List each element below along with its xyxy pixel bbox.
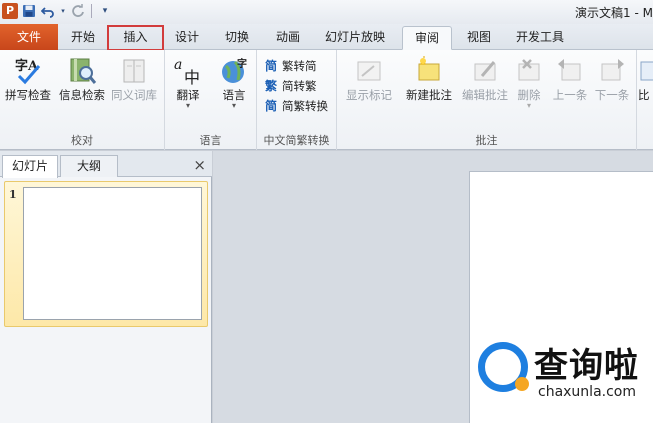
tab-transitions[interactable]: 切换 [213, 26, 261, 50]
next-comment-icon [597, 56, 627, 86]
watermark-url: chaxunla.com [538, 384, 636, 400]
group-comments: 显示标记 新建批注 编辑批注 删除 ▾ 上一条 下一条 批注 [337, 50, 637, 150]
group-chinese-conversion: 简 繁转简 繁 简转繁 简 简繁转换 中文简繁转换 [257, 50, 337, 150]
new-comment-button[interactable]: 新建批注 [401, 54, 457, 120]
spell-check-button[interactable]: 字A 拼写检查 [2, 54, 54, 120]
chaxunla-watermark: 查询啦 chaxunla.com [476, 338, 651, 408]
close-panel-icon[interactable]: × [193, 156, 206, 174]
window-title: 演示文稿1 - M [575, 6, 653, 20]
chinese-conversion-button[interactable]: 简 简繁转换 [263, 96, 328, 116]
title-bar: P ▾ ▾ 演示文稿1 - M [0, 0, 653, 24]
tab-developer[interactable]: 开发工具 [506, 26, 574, 50]
powerpoint-app-icon[interactable]: P [2, 3, 18, 19]
delete-dropdown-icon: ▾ [526, 101, 531, 110]
language-button[interactable]: 字 语言 ▾ [211, 54, 257, 120]
tab-slideshow[interactable]: 幻灯片放映 [312, 26, 398, 50]
svg-text:a: a [174, 57, 182, 73]
translate-icon: a中 [173, 56, 203, 86]
translate-dropdown-icon: ▾ [185, 101, 190, 110]
group-label-proofing: 校对 [71, 134, 93, 147]
slides-panel: 幻灯片 大纲 × 1 [0, 151, 212, 423]
save-icon[interactable] [21, 3, 37, 19]
undo-dropdown-icon[interactable]: ▾ [59, 3, 67, 19]
svg-text:字: 字 [237, 57, 247, 70]
research-icon [67, 56, 97, 86]
tab-home[interactable]: 开始 [60, 26, 106, 50]
undo-icon[interactable] [40, 3, 56, 19]
tab-outline[interactable]: 大纲 [60, 155, 118, 177]
previous-comment-button[interactable]: 上一条 [549, 54, 591, 120]
thesaurus-button[interactable]: 同义词库 [108, 54, 160, 120]
quick-access-toolbar: P ▾ ▾ [2, 3, 113, 19]
show-markup-button[interactable]: 显示标记 [341, 54, 397, 120]
group-label-chinese-conversion: 中文简繁转换 [263, 134, 330, 147]
group-label-language: 语言 [199, 134, 222, 147]
language-dropdown-icon: ▾ [231, 101, 236, 110]
tab-animations[interactable]: 动画 [265, 26, 311, 50]
qat-divider [91, 4, 92, 18]
redo-icon[interactable] [70, 3, 86, 19]
tab-slides[interactable]: 幻灯片 [2, 155, 58, 178]
slide-thumbnail-selected[interactable]: 1 [4, 181, 208, 327]
next-comment-button[interactable]: 下一条 [591, 54, 633, 120]
tab-view[interactable]: 视图 [456, 26, 502, 50]
traditional-char-icon: 繁 [264, 79, 277, 93]
svg-text:中: 中 [184, 68, 200, 86]
thesaurus-icon [119, 56, 149, 86]
chaxunla-logo-icon [478, 342, 529, 392]
tab-design[interactable]: 设计 [165, 26, 209, 50]
delete-comment-icon [514, 56, 544, 86]
tab-insert[interactable]: 插入 [107, 25, 164, 51]
slide-thumbnail[interactable] [23, 187, 202, 320]
watermark-brand: 查询啦 [534, 346, 639, 386]
compare-icon [638, 56, 653, 86]
group-label-comments: 批注 [475, 134, 498, 147]
compare-button[interactable]: 比 [638, 54, 653, 120]
research-button[interactable]: 信息检索 [56, 54, 108, 120]
previous-comment-icon [555, 56, 585, 86]
simplified-to-traditional-button[interactable]: 繁 简转繁 [263, 76, 317, 96]
group-language: a中 翻译 ▾ 字 语言 ▾ 语言 [165, 50, 257, 150]
tab-review[interactable]: 审阅 [402, 26, 452, 50]
customize-toolbar-icon[interactable]: ▾ [97, 3, 113, 19]
group-compare-partial: 比 [638, 50, 653, 150]
traditional-to-simplified-button[interactable]: 简 繁转简 [263, 56, 317, 76]
show-markup-icon [354, 56, 384, 86]
edit-comment-button[interactable]: 编辑批注 [457, 54, 513, 120]
slide-number: 1 [9, 188, 17, 201]
group-proofing: 字A 拼写检查 信息检索 同义词库 校对 [0, 50, 165, 150]
delete-comment-button[interactable]: 删除 ▾ [509, 54, 549, 120]
simplified-char-icon: 简 [264, 59, 277, 73]
panel-tabs: 幻灯片 大纲 × [0, 151, 212, 178]
ribbon: 字A 拼写检查 信息检索 同义词库 校对 a中 翻译 ▾ 字 语言 ▾ 语言 简… [0, 50, 653, 150]
edit-comment-icon [470, 56, 500, 86]
language-globe-icon: 字 [219, 56, 249, 86]
conversion-char-icon: 简 [264, 99, 277, 113]
spell-check-icon: 字A [13, 56, 43, 86]
ribbon-tabs: 文件 开始 插入 设计 切换 动画 幻灯片放映 审阅 视图 开发工具 [0, 24, 653, 51]
translate-button[interactable]: a中 翻译 ▾ [165, 54, 211, 120]
tab-file[interactable]: 文件 [0, 24, 58, 50]
new-comment-icon [414, 56, 444, 86]
